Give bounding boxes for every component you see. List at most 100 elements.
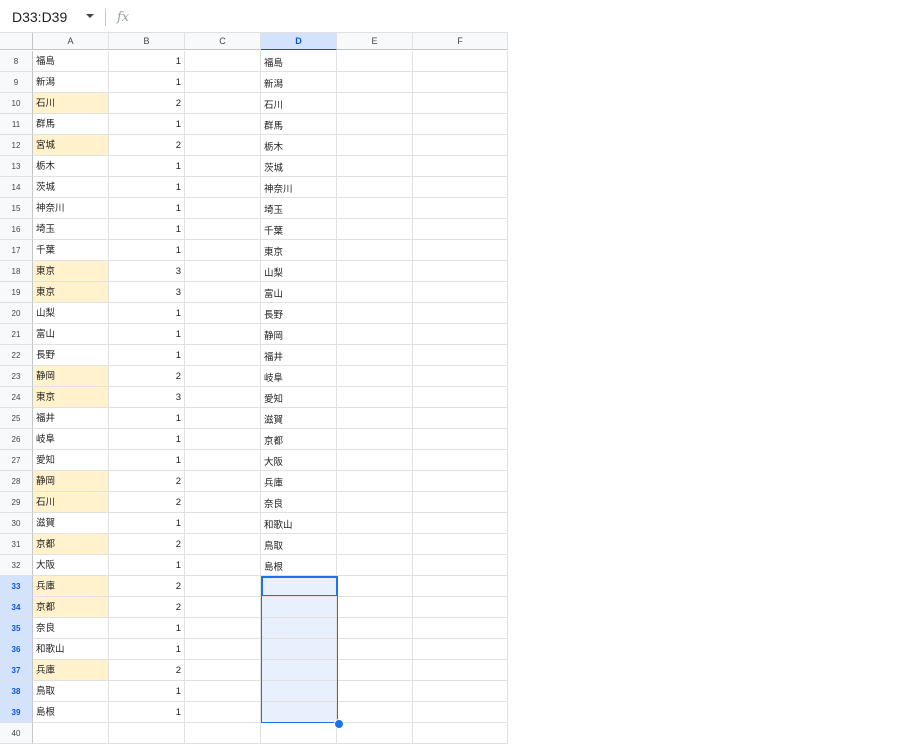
cell-d34[interactable] bbox=[261, 597, 337, 618]
cell-d30[interactable]: 和歌山 bbox=[261, 513, 337, 534]
cell-f30[interactable] bbox=[413, 513, 508, 534]
cell-e25[interactable] bbox=[337, 408, 413, 429]
cell-a36[interactable]: 和歌山 bbox=[33, 639, 109, 660]
cell-c40[interactable] bbox=[185, 723, 261, 744]
cell-f14[interactable] bbox=[413, 177, 508, 198]
cell-b28[interactable]: 2 bbox=[109, 471, 185, 492]
cell-e38[interactable] bbox=[337, 681, 413, 702]
cell-d20[interactable]: 長野 bbox=[261, 303, 337, 324]
cell-a17[interactable]: 千葉 bbox=[33, 240, 109, 261]
cell-a29[interactable]: 石川 bbox=[33, 492, 109, 513]
cell-f35[interactable] bbox=[413, 618, 508, 639]
cell-e19[interactable] bbox=[337, 282, 413, 303]
cell-f39[interactable] bbox=[413, 702, 508, 723]
cell-c35[interactable] bbox=[185, 618, 261, 639]
row-header[interactable]: 39 bbox=[0, 702, 33, 723]
cell-d23[interactable]: 岐阜 bbox=[261, 366, 337, 387]
cell-f15[interactable] bbox=[413, 198, 508, 219]
cell-c23[interactable] bbox=[185, 366, 261, 387]
cell-f16[interactable] bbox=[413, 219, 508, 240]
cell-f38[interactable] bbox=[413, 681, 508, 702]
cell-d36[interactable] bbox=[261, 639, 337, 660]
cell-a8[interactable]: 福島 bbox=[33, 51, 109, 72]
cell-b15[interactable]: 1 bbox=[109, 198, 185, 219]
cell-a35[interactable]: 奈良 bbox=[33, 618, 109, 639]
cell-c24[interactable] bbox=[185, 387, 261, 408]
cell-e27[interactable] bbox=[337, 450, 413, 471]
row-header[interactable]: 26 bbox=[0, 429, 33, 450]
row-header[interactable]: 9 bbox=[0, 72, 33, 93]
cell-a25[interactable]: 福井 bbox=[33, 408, 109, 429]
cell-a24[interactable]: 東京 bbox=[33, 387, 109, 408]
cell-e32[interactable] bbox=[337, 555, 413, 576]
cell-b37[interactable]: 2 bbox=[109, 660, 185, 681]
row-header[interactable]: 36 bbox=[0, 639, 33, 660]
cell-b23[interactable]: 2 bbox=[109, 366, 185, 387]
cell-f23[interactable] bbox=[413, 366, 508, 387]
cell-b24[interactable]: 3 bbox=[109, 387, 185, 408]
cell-b22[interactable]: 1 bbox=[109, 345, 185, 366]
cell-b16[interactable]: 1 bbox=[109, 219, 185, 240]
row-header[interactable]: 34 bbox=[0, 597, 33, 618]
col-header-f[interactable]: F bbox=[413, 33, 508, 50]
cell-a16[interactable]: 埼玉 bbox=[33, 219, 109, 240]
cell-c15[interactable] bbox=[185, 198, 261, 219]
cell-d16[interactable]: 千葉 bbox=[261, 219, 337, 240]
cell-a30[interactable]: 滋賀 bbox=[33, 513, 109, 534]
cell-d8[interactable]: 福島 bbox=[261, 51, 337, 72]
cell-b36[interactable]: 1 bbox=[109, 639, 185, 660]
cell-b34[interactable]: 2 bbox=[109, 597, 185, 618]
cell-e20[interactable] bbox=[337, 303, 413, 324]
cell-f11[interactable] bbox=[413, 114, 508, 135]
cell-e10[interactable] bbox=[337, 93, 413, 114]
cell-d11[interactable]: 群馬 bbox=[261, 114, 337, 135]
select-all-corner[interactable] bbox=[0, 33, 33, 50]
cell-e8[interactable] bbox=[337, 51, 413, 72]
cell-b38[interactable]: 1 bbox=[109, 681, 185, 702]
cell-b14[interactable]: 1 bbox=[109, 177, 185, 198]
cell-c12[interactable] bbox=[185, 135, 261, 156]
col-header-e[interactable]: E bbox=[337, 33, 413, 50]
cell-d26[interactable]: 京都 bbox=[261, 429, 337, 450]
col-header-b[interactable]: B bbox=[109, 33, 185, 50]
cell-c28[interactable] bbox=[185, 471, 261, 492]
cell-b35[interactable]: 1 bbox=[109, 618, 185, 639]
col-header-a[interactable]: A bbox=[33, 33, 109, 50]
cell-e16[interactable] bbox=[337, 219, 413, 240]
cell-c9[interactable] bbox=[185, 72, 261, 93]
cell-e17[interactable] bbox=[337, 240, 413, 261]
cell-a18[interactable]: 東京 bbox=[33, 261, 109, 282]
cell-a13[interactable]: 栃木 bbox=[33, 156, 109, 177]
cell-f33[interactable] bbox=[413, 576, 508, 597]
cell-a38[interactable]: 鳥取 bbox=[33, 681, 109, 702]
cell-d22[interactable]: 福井 bbox=[261, 345, 337, 366]
row-header[interactable]: 16 bbox=[0, 219, 33, 240]
cell-d18[interactable]: 山梨 bbox=[261, 261, 337, 282]
cell-a40[interactable] bbox=[33, 723, 109, 744]
name-box[interactable]: D33:D39 bbox=[0, 6, 100, 28]
cell-e18[interactable] bbox=[337, 261, 413, 282]
row-header[interactable]: 19 bbox=[0, 282, 33, 303]
cell-c27[interactable] bbox=[185, 450, 261, 471]
cell-a32[interactable]: 大阪 bbox=[33, 555, 109, 576]
cell-c29[interactable] bbox=[185, 492, 261, 513]
cell-e11[interactable] bbox=[337, 114, 413, 135]
cell-a21[interactable]: 富山 bbox=[33, 324, 109, 345]
cell-e31[interactable] bbox=[337, 534, 413, 555]
cell-d37[interactable] bbox=[261, 660, 337, 681]
cell-f9[interactable] bbox=[413, 72, 508, 93]
cell-c10[interactable] bbox=[185, 93, 261, 114]
row-header[interactable]: 32 bbox=[0, 555, 33, 576]
cell-b32[interactable]: 1 bbox=[109, 555, 185, 576]
cell-b12[interactable]: 2 bbox=[109, 135, 185, 156]
cell-c20[interactable] bbox=[185, 303, 261, 324]
cell-d9[interactable]: 新潟 bbox=[261, 72, 337, 93]
cell-e15[interactable] bbox=[337, 198, 413, 219]
row-header[interactable]: 15 bbox=[0, 198, 33, 219]
cell-c34[interactable] bbox=[185, 597, 261, 618]
row-header[interactable]: 31 bbox=[0, 534, 33, 555]
cell-a19[interactable]: 東京 bbox=[33, 282, 109, 303]
cell-b27[interactable]: 1 bbox=[109, 450, 185, 471]
cell-c33[interactable] bbox=[185, 576, 261, 597]
cell-d13[interactable]: 茨城 bbox=[261, 156, 337, 177]
